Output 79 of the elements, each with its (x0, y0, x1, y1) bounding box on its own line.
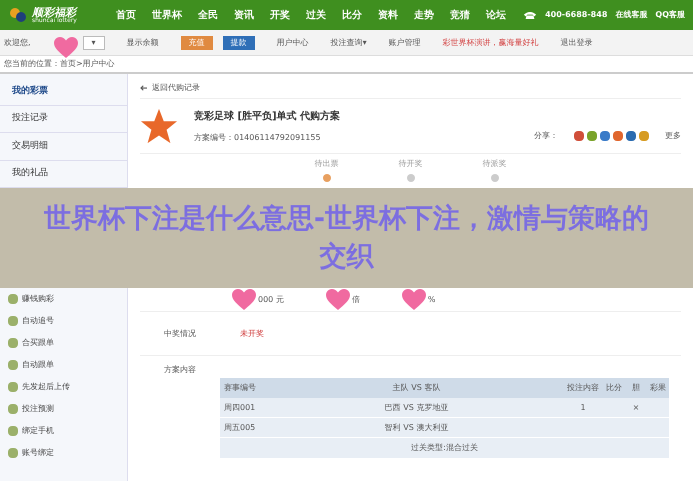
service-icon (8, 382, 18, 392)
header-link[interactable]: 在线客服 (615, 9, 648, 21)
back-link[interactable]: 返回代购记录 (140, 78, 681, 99)
sidebar-item[interactable]: 交易明细 (0, 133, 127, 160)
basic-info-value: 000 元 (258, 294, 284, 306)
plan-number: 方案编号：01406114792091155 (194, 132, 322, 144)
step-label: 待派奖 (482, 158, 506, 170)
sidebar-item[interactable]: 投注记录 (0, 106, 127, 133)
user-menu-link[interactable]: 投注查询▾ (330, 36, 367, 48)
service-icon (8, 426, 18, 436)
banner-title: 世界杯下注是什么意思-世界杯下注，激情与策略的交织 (42, 202, 650, 274)
basic-info-value: % (428, 294, 436, 306)
table-cell-text: 1 (579, 402, 587, 414)
nav-link[interactable]: 资料 (378, 8, 398, 22)
phone-icon (523, 10, 538, 20)
column-header: 投注内容 (566, 382, 600, 394)
service-icon (8, 338, 18, 348)
nav-link[interactable]: 资讯 (234, 8, 254, 22)
nav-link[interactable]: 走势 (414, 8, 434, 22)
column-header: 彩果 (649, 382, 667, 394)
user-menu-link[interactable]: 用户中心 (276, 36, 309, 48)
row-label: 中奖情况 (163, 328, 197, 340)
table-cell-text: 巴西 VS 克罗地亚 (384, 402, 450, 414)
heart-icon (230, 288, 258, 310)
star-logo-icon (140, 107, 178, 145)
service-item[interactable]: 自动追号 (0, 310, 127, 332)
heart-icon (400, 288, 428, 310)
column-header: 比分 (605, 382, 623, 394)
basic-info-value: 倍 (352, 294, 360, 306)
logout-link[interactable]: 退出登录 (560, 36, 593, 48)
nav-link[interactable]: 全民 (198, 8, 218, 22)
nav-link[interactable]: 开奖 (270, 8, 290, 22)
share-label: 分享： (534, 130, 558, 142)
column-header: 胆 (631, 382, 641, 394)
column-header: 赛事编号 (223, 382, 257, 394)
heart-icon (52, 36, 79, 58)
user-menu-link[interactable]: 账户管理 (388, 36, 421, 48)
service-item[interactable]: 赚钱购彩 (0, 288, 127, 310)
welcome-text: 欢迎您, (4, 36, 31, 48)
service-item[interactable]: 合买跟单 (0, 332, 127, 354)
nav-link[interactable]: 比分 (342, 8, 362, 22)
step-label: 待开奖 (398, 158, 422, 170)
sidebar-item[interactable]: 我的彩票 (0, 78, 127, 106)
nav-link[interactable]: 过关 (306, 8, 326, 22)
back-arrow-icon (140, 85, 148, 91)
logo-icon (8, 5, 28, 25)
logo-text: 顺彩福彩 (32, 6, 77, 18)
column-header: 主队 VS 客队 (392, 382, 442, 394)
more-link[interactable]: 更多 (665, 130, 681, 142)
nav-link[interactable]: 世界杯 (152, 8, 182, 22)
phone-number: 400-6688-848 (545, 9, 608, 21)
service-icon (8, 448, 18, 458)
heart-icon (324, 288, 352, 310)
service-icon (8, 294, 18, 304)
service-icon (8, 404, 18, 414)
step-label: 待出票 (314, 158, 338, 170)
service-icon (8, 316, 18, 326)
table-cell-text: × (632, 402, 640, 414)
row-label: 方案内容 (163, 364, 197, 376)
header-link[interactable]: QQ客服 (655, 9, 685, 21)
service-item[interactable]: 账号绑定 (0, 442, 127, 464)
win-status: 未开奖 (239, 328, 264, 340)
plan-title: 竞彩足球 [胜平负]单式 代购方案 (194, 109, 340, 124)
service-item[interactable]: 投注预测 (0, 398, 127, 420)
nav-link[interactable]: 论坛 (486, 8, 506, 22)
service-item[interactable]: 绑定手机 (0, 420, 127, 442)
service-item[interactable]: 自动跟单 (0, 354, 127, 376)
table-cell-text: 智利 VS 澳大利亚 (384, 422, 450, 434)
service-item[interactable]: 先发起后上传 (0, 376, 127, 398)
table-cell-text: 周五005 (223, 422, 256, 434)
nav-link[interactable]: 首页 (116, 8, 136, 22)
withdraw-button[interactable]: 提款 (222, 36, 255, 50)
promo-link[interactable]: 彩世界杯演讲，赢海量好礼 (442, 36, 539, 48)
table-cell-text: 周四001 (223, 402, 256, 414)
user-dropdown[interactable]: ▾ (82, 36, 105, 50)
table-footer-text: 过关类型:混合过关 (411, 442, 478, 454)
balance-link[interactable]: 显示余额 (126, 36, 159, 48)
service-icon (8, 360, 18, 370)
nav-link[interactable]: 竞猜 (450, 8, 470, 22)
